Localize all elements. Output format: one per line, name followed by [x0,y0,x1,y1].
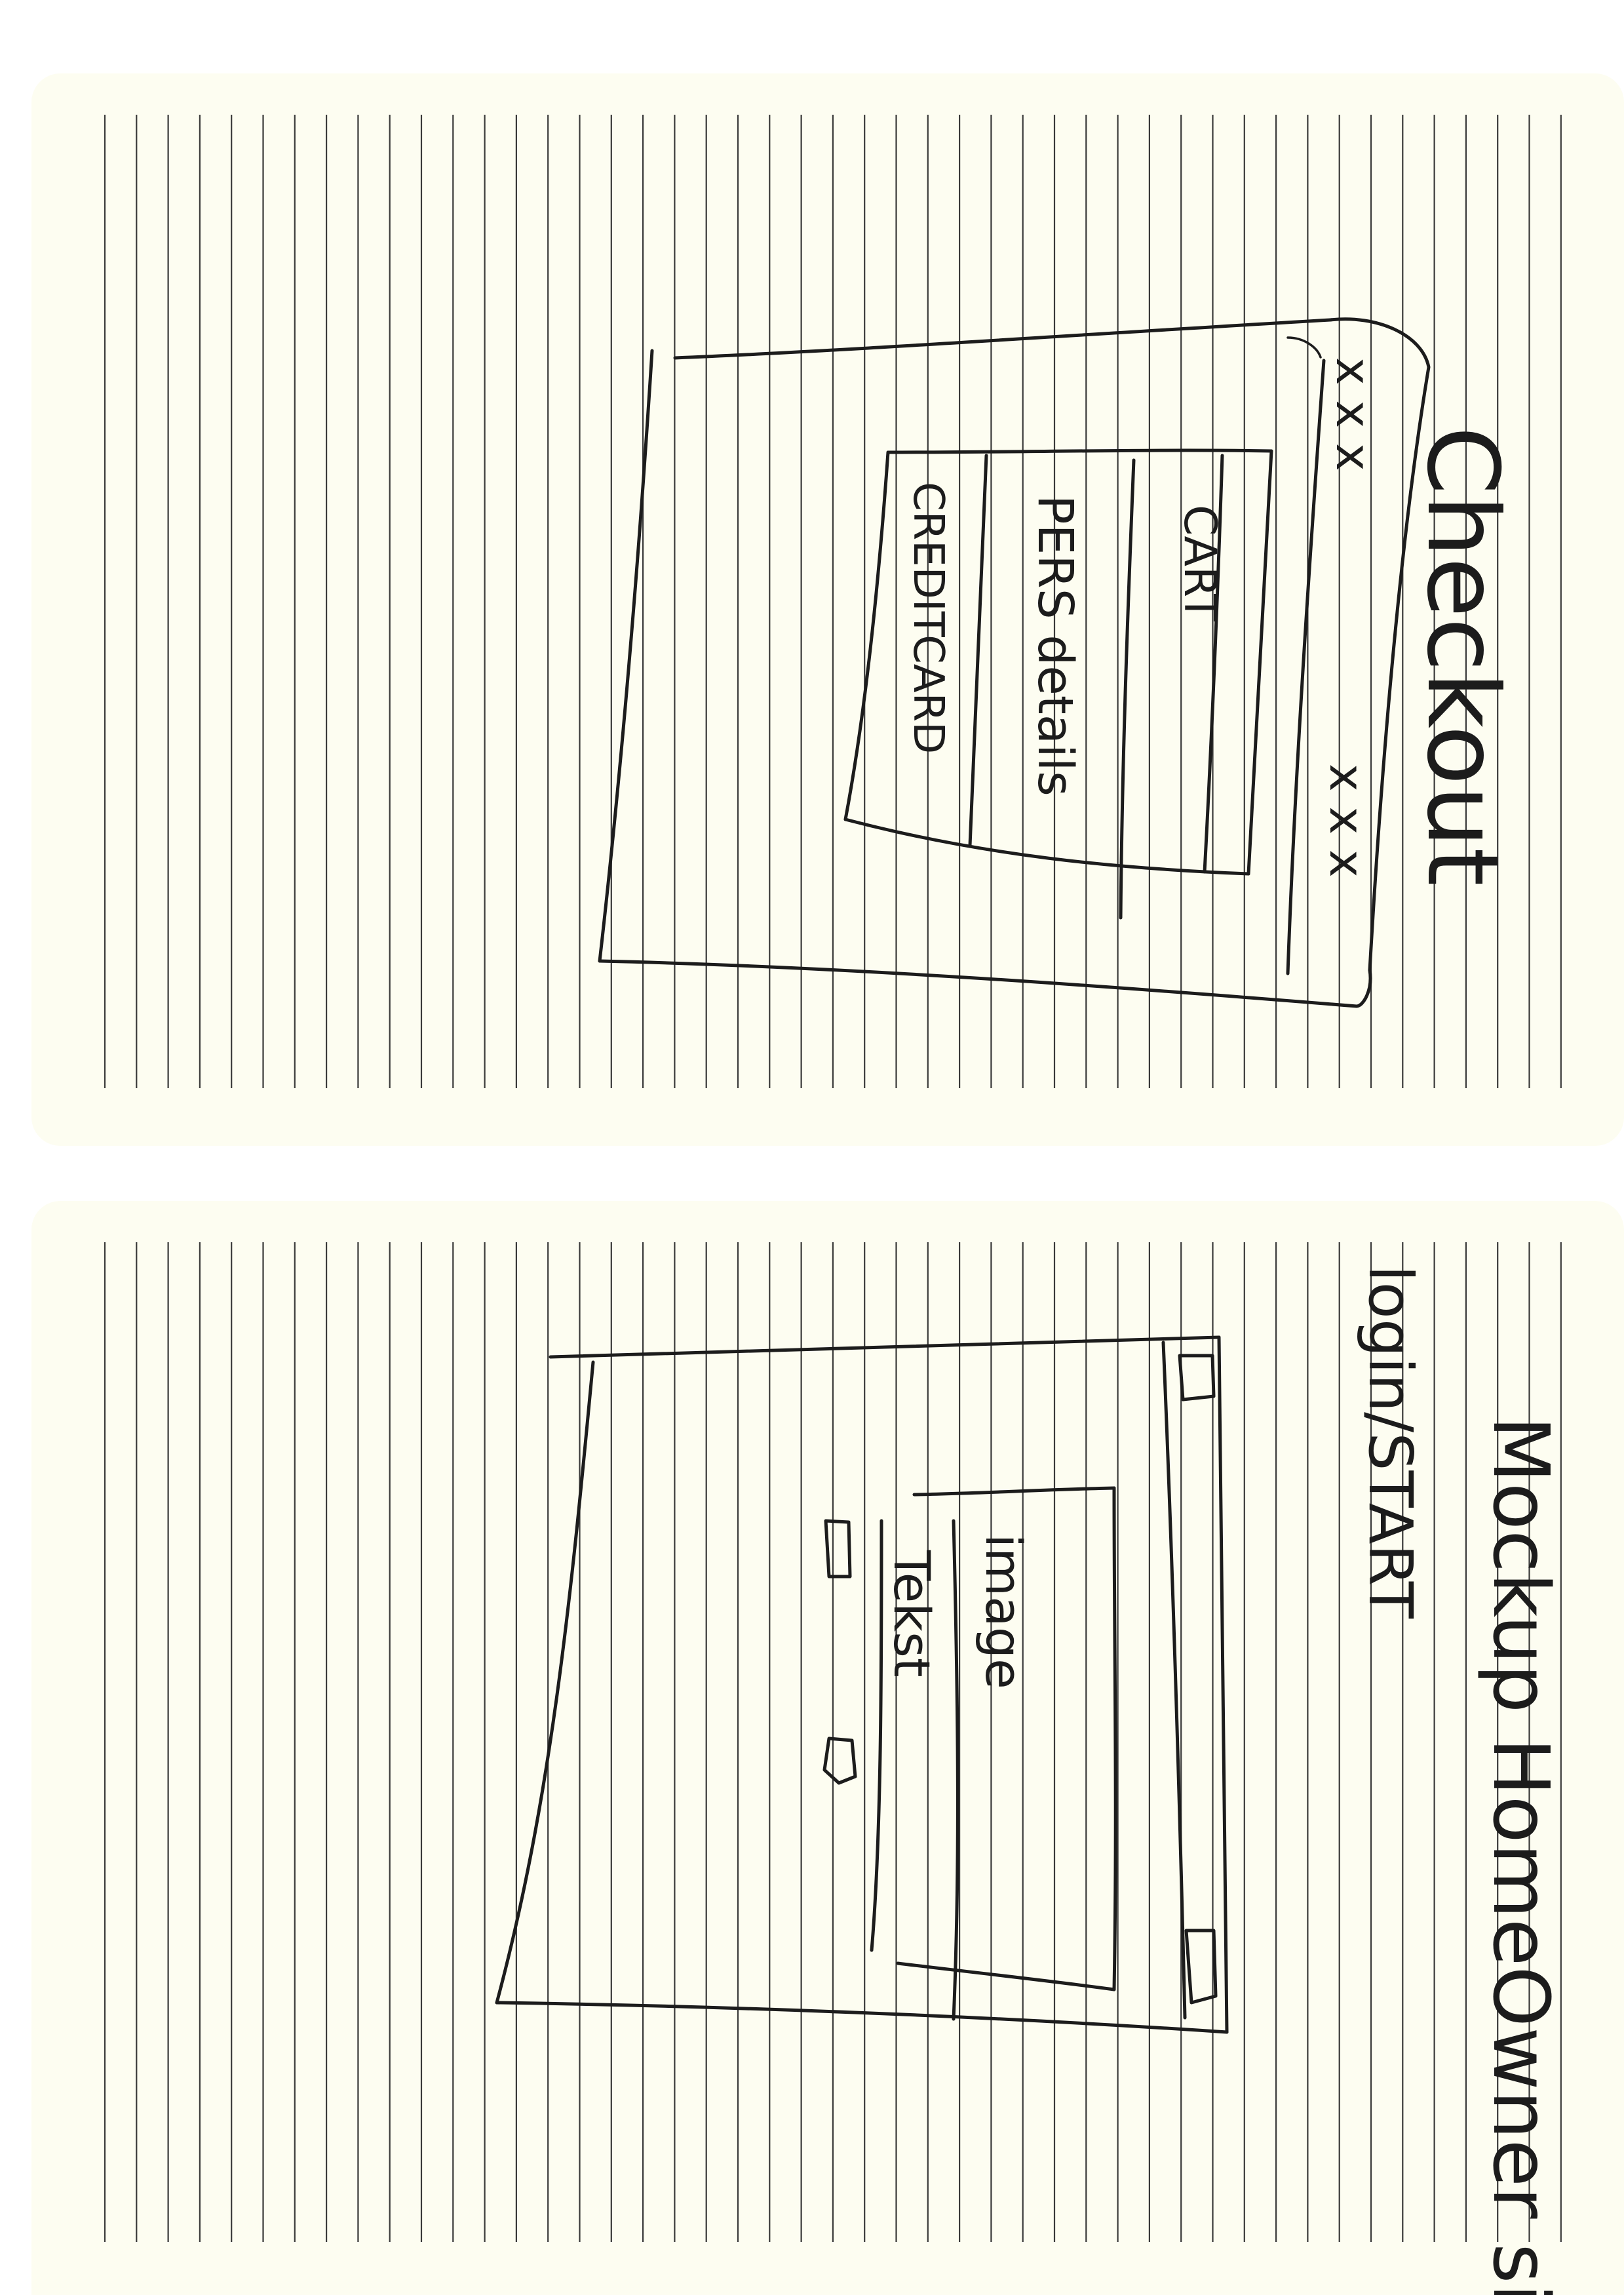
checkout-row-cart: CART [1174,505,1226,621]
checkout-row-creditcard: CREDITCARD [904,482,952,754]
strip-button-bottom [1184,1929,1218,2005]
checkout-frame-top [673,318,1332,360]
homeowner-frame-top [549,1335,1221,1359]
homeowner-frame-right [1217,1335,1229,2034]
checkout-marks-bottom: x x x [1319,764,1374,878]
checkout-heading: Checkout [1405,426,1519,886]
panel-image-label: image [975,1534,1033,1689]
checkout-inner-right [1247,449,1273,876]
checkout-frame-left [598,349,654,963]
checkout-row-divider-1 [968,454,988,848]
content-panel-top [912,1486,1116,1497]
checkout-frame-bottom [598,959,1372,1008]
content-panel-right [1112,1486,1117,1991]
side-box-bottom [822,1736,857,1785]
checkout-side-strip [1286,359,1326,975]
strip-button-top [1178,1354,1216,1402]
checkout-inner-top [886,448,1273,454]
panel-tekst-label: Tekst [883,1550,941,1677]
checkout-marks-top: x x x [1326,357,1381,471]
homeowner-frame-left [495,1360,595,2005]
checkout-inner-left [843,450,890,821]
content-panel-bottom [896,1961,1116,1991]
content-panel-left [870,1519,883,1952]
checkout-row-pers-details: PERS details [1027,495,1083,796]
homeowner-heading: Mockup HomeOwner site [1476,1416,1566,2295]
checkout-inner-bottom [843,817,1250,876]
side-box-top [824,1519,852,1579]
checkout-wireframe [598,317,1431,1008]
homeowner-subheading: login/START [1355,1265,1425,1619]
checkout-row-divider-2 [1119,458,1136,920]
content-panel-divider [952,1519,959,2021]
sketch-canvas: Checkout CART PERS details CREDITCARD x … [104,115,1566,2295]
